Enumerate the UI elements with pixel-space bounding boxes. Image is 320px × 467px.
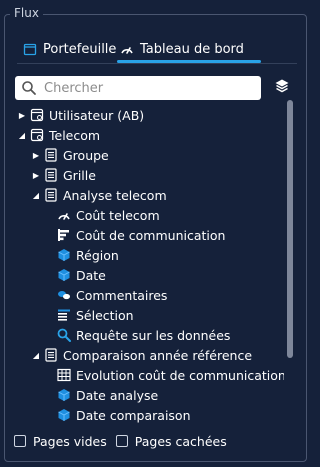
expand-arrow-icon[interactable]: ▶ bbox=[31, 171, 41, 180]
tree-item[interactable]: Sélection bbox=[54, 305, 134, 325]
collapse-arrow-icon[interactable]: ◢ bbox=[17, 131, 27, 140]
gauge-icon bbox=[57, 208, 71, 222]
comment-icon bbox=[57, 288, 71, 302]
tree-item[interactable]: Coût telecom bbox=[54, 205, 160, 225]
tree-item-label: Date bbox=[76, 267, 106, 283]
tree-item-label: Evolution coût de communication bbox=[76, 367, 284, 383]
tab-portefeuille-label: Portefeuille bbox=[43, 41, 117, 57]
tree-item-label: Coût de communication bbox=[76, 227, 226, 243]
tree-item-label: Analyse telecom bbox=[63, 187, 167, 203]
bar-chart-icon bbox=[57, 228, 71, 242]
page-filters: Pages vides Pages cachées bbox=[14, 432, 236, 450]
tree-item[interactable]: Evolution coût de communication bbox=[54, 365, 284, 385]
tree-item[interactable]: ▶ Utilisateur (AB) bbox=[17, 105, 144, 125]
hidden-pages-checkbox[interactable] bbox=[115, 435, 128, 447]
tree-item-label: Date analyse bbox=[76, 387, 159, 403]
tree-item[interactable]: ◢ Comparaison année référence bbox=[31, 345, 252, 365]
tree-item-label: Coût telecom bbox=[76, 207, 160, 223]
gauge-icon bbox=[120, 42, 134, 56]
tree-item[interactable]: Date bbox=[54, 265, 106, 285]
dataset-icon bbox=[30, 128, 44, 142]
empty-pages-checkbox[interactable] bbox=[14, 435, 26, 447]
empty-pages-label: Pages vides bbox=[33, 433, 107, 449]
tab-bar: Portefeuille Tableau de bord bbox=[17, 34, 297, 64]
layers-button[interactable] bbox=[272, 78, 292, 98]
tree-view: ▶ Utilisateur (AB) ◢ Telecom ▶ Groupe ▶ … bbox=[14, 104, 284, 424]
tree-item-label: Requête sur les données bbox=[76, 327, 231, 343]
collapse-arrow-icon[interactable]: ◢ bbox=[31, 351, 41, 360]
expand-arrow-icon[interactable]: ▶ bbox=[17, 111, 27, 120]
cube-icon bbox=[57, 388, 71, 402]
search-box bbox=[15, 76, 261, 100]
tree-item[interactable]: Date comparaison bbox=[54, 405, 191, 424]
cube-icon bbox=[57, 248, 71, 262]
tab-portefeuille[interactable]: Portefeuille bbox=[23, 34, 116, 64]
list-icon bbox=[57, 308, 71, 322]
tree-item-label: Telecom bbox=[49, 127, 101, 143]
active-tab-indicator bbox=[117, 60, 261, 63]
collapse-arrow-icon[interactable]: ◢ bbox=[31, 191, 41, 200]
document-icon bbox=[44, 148, 58, 162]
cube-icon bbox=[57, 408, 71, 422]
document-icon bbox=[44, 188, 58, 202]
expand-arrow-icon[interactable]: ▶ bbox=[31, 151, 41, 160]
tree-item-label: Comparaison année référence bbox=[63, 347, 253, 363]
document-icon bbox=[44, 348, 58, 362]
tree-item-label: Date comparaison bbox=[76, 407, 191, 423]
tree-item-label: Groupe bbox=[63, 147, 109, 163]
tree-item[interactable]: Coût de communication bbox=[54, 225, 225, 245]
cube-icon bbox=[57, 268, 71, 282]
layers-icon bbox=[274, 78, 290, 98]
tree-scrollbar[interactable] bbox=[287, 100, 293, 358]
search-input[interactable] bbox=[44, 80, 244, 96]
tree-item-label: Sélection bbox=[76, 307, 134, 323]
tab-tableau-de-bord-label: Tableau de bord bbox=[140, 41, 244, 57]
table-icon bbox=[57, 368, 71, 382]
tree-item[interactable]: ◢ Analyse telecom bbox=[31, 185, 167, 205]
search-icon bbox=[21, 80, 37, 96]
tree-item[interactable]: Requête sur les données bbox=[54, 325, 230, 345]
tree-item[interactable]: ◢ Telecom bbox=[17, 125, 100, 145]
folder-icon bbox=[23, 42, 37, 56]
tree-item-label: Utilisateur (AB) bbox=[49, 107, 145, 123]
tree-item-label: Grille bbox=[63, 167, 96, 183]
tree-item[interactable]: Région bbox=[54, 245, 119, 265]
search-icon bbox=[57, 328, 71, 342]
dataset-icon bbox=[30, 108, 44, 122]
tree-item[interactable]: ▶ Groupe bbox=[31, 145, 109, 165]
hidden-pages-label: Pages cachées bbox=[134, 433, 227, 449]
tree-item-label: Commentaires bbox=[76, 287, 168, 303]
document-icon bbox=[44, 168, 58, 182]
tree-item-label: Région bbox=[76, 247, 119, 263]
tree-item[interactable]: Commentaires bbox=[54, 285, 167, 305]
panel-title: Flux bbox=[10, 5, 43, 21]
tree-item[interactable]: ▶ Grille bbox=[31, 165, 96, 185]
tree-item[interactable]: Date analyse bbox=[54, 385, 158, 405]
